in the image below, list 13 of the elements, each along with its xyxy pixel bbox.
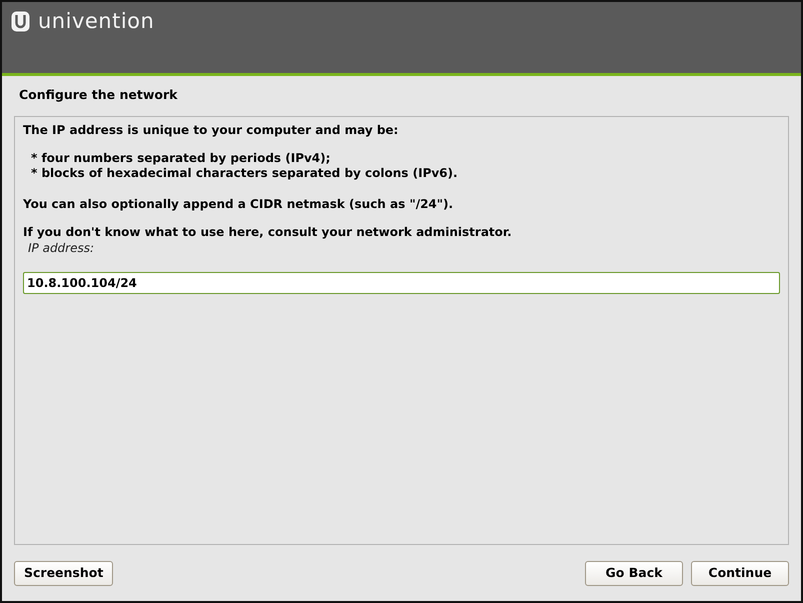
screenshot-button[interactable]: Screenshot [14,560,114,586]
logo-icon [11,10,30,32]
bullet-item: * four numbers separated by periods (IPv4); [30,151,332,166]
logo-text: univention [38,10,154,32]
paragraph-text: You can also optionally append a CIDR netmask (such as "/24"). [23,197,454,212]
field-label: IP address: [27,241,96,256]
paragraph-text: The IP address is unique to your computer and may be: [23,123,400,138]
bullet-item: * blocks of hexadecimal characters separated by colons (IPv6). [30,166,459,181]
ip-address-field[interactable]: 10.8.100.104/24 [23,272,780,294]
back-button[interactable]: Go Back [585,560,683,586]
continue-button[interactable]: Continue [691,560,789,586]
page-title: Configure the network [18,86,178,104]
paragraph-text: If you don't know what to use here, consult your network administrator. [23,225,513,240]
